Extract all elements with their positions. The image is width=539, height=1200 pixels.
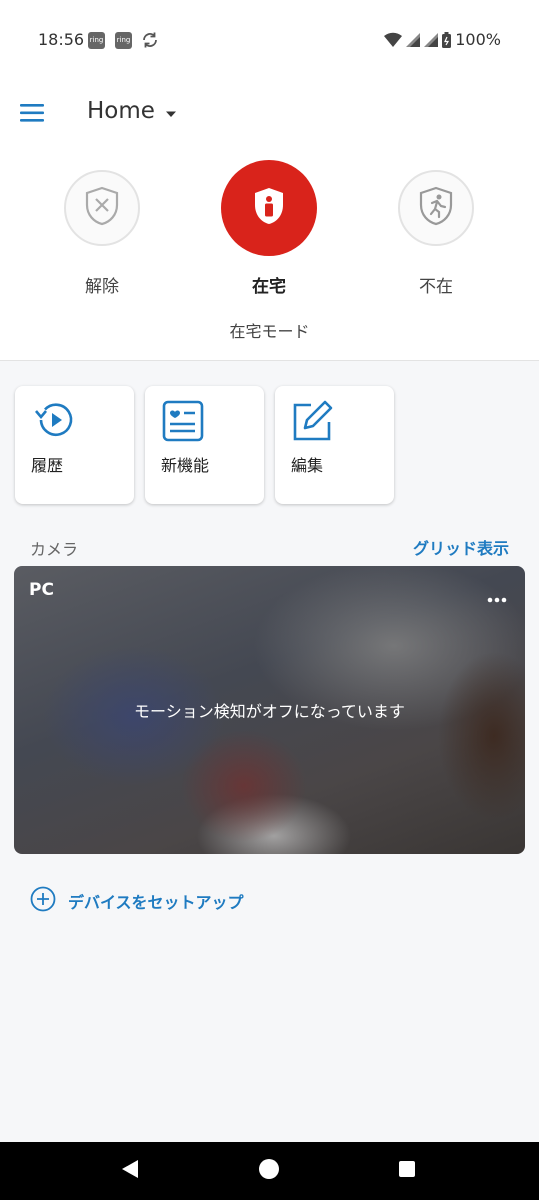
status-time: 18:56 xyxy=(38,30,85,49)
news-icon xyxy=(161,400,205,446)
back-button[interactable] xyxy=(100,1142,160,1200)
app-header: Home xyxy=(0,82,539,144)
sync-icon xyxy=(141,31,159,53)
status-indicators: 100% xyxy=(384,30,501,49)
setup-device-button[interactable]: デバイスをセットアップ xyxy=(30,886,244,916)
plus-circle-icon xyxy=(30,886,56,916)
disarm-mode-label: 解除 xyxy=(85,277,119,297)
disarm-mode-circle xyxy=(64,170,140,246)
setup-device-label: デバイスをセットアップ xyxy=(68,893,244,912)
edit-icon xyxy=(291,400,335,446)
shield-x-icon xyxy=(84,186,120,230)
home-mode-button[interactable]: 在宅 xyxy=(221,160,317,297)
location-title: Home xyxy=(87,98,155,124)
caret-down-icon xyxy=(165,98,177,124)
disarm-mode-button[interactable]: 解除 xyxy=(64,170,140,297)
location-selector[interactable]: Home xyxy=(87,98,177,124)
system-nav-bar xyxy=(0,1142,539,1200)
history-tile[interactable]: 履歴 xyxy=(15,386,134,504)
more-options-icon[interactable] xyxy=(487,588,507,607)
away-mode-circle xyxy=(398,170,474,246)
home-circle-icon xyxy=(258,1158,280,1184)
ring-app-icon: ring xyxy=(88,32,105,49)
shield-running-icon xyxy=(418,186,454,230)
camera-name: PC xyxy=(29,580,54,600)
edit-label: 編集 xyxy=(291,456,324,475)
battery-level: 100% xyxy=(455,30,501,49)
menu-icon[interactable] xyxy=(20,104,44,126)
home-mode-circle xyxy=(221,160,317,256)
ring-app-icon: ring xyxy=(115,32,132,49)
signal-icon xyxy=(406,32,421,47)
home-button[interactable] xyxy=(239,1142,299,1200)
current-mode-text: 在宅モード xyxy=(229,322,310,341)
new-features-tile[interactable]: 新機能 xyxy=(145,386,264,504)
camera-card[interactable]: PC モーション検知がオフになっています xyxy=(14,566,525,854)
grid-view-link[interactable]: グリッド表示 xyxy=(413,535,509,559)
recents-square-icon xyxy=(398,1160,416,1182)
history-label: 履歴 xyxy=(31,456,64,475)
battery-icon xyxy=(442,31,452,48)
back-triangle-icon xyxy=(120,1159,140,1183)
camera-status-message: モーション検知がオフになっています xyxy=(134,702,405,721)
status-bar: 18:56 ring ring 100% xyxy=(0,0,539,82)
away-mode-label: 不在 xyxy=(419,277,453,297)
history-icon xyxy=(31,400,75,444)
new-features-label: 新機能 xyxy=(161,456,210,475)
away-mode-button[interactable]: 不在 xyxy=(398,170,474,297)
signal-icon xyxy=(424,32,439,47)
recents-button[interactable] xyxy=(377,1142,437,1200)
shield-person-icon xyxy=(252,186,286,230)
home-mode-label: 在宅 xyxy=(252,277,286,297)
edit-tile[interactable]: 編集 xyxy=(275,386,394,504)
mode-selector: 解除 在宅 不在 xyxy=(0,158,539,308)
cameras-section-title: カメラ xyxy=(30,540,79,559)
wifi-icon xyxy=(384,32,403,47)
